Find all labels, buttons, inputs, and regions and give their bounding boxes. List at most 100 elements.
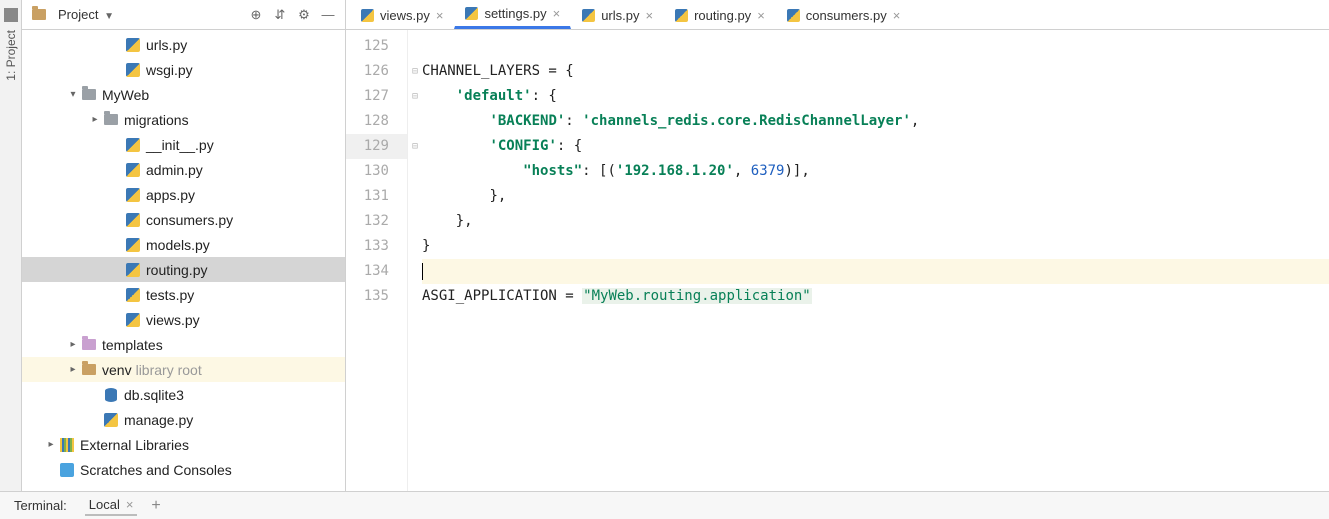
fold-marker[interactable] <box>408 184 422 209</box>
code-line[interactable]: 'CONFIG': { <box>422 134 1329 159</box>
tab-settings-py[interactable]: settings.py× <box>454 0 571 29</box>
main-area: 1: Project Project ▼ ⊕ ⇵ ⚙ — urls.pywsgi… <box>0 0 1329 491</box>
close-icon[interactable]: × <box>893 8 901 23</box>
project-tree[interactable]: urls.pywsgi.py▾MyWeb▸migrations__init__.… <box>22 30 345 491</box>
line-number[interactable]: 132 <box>346 209 407 234</box>
py-icon <box>124 212 142 228</box>
tree-item-views-py[interactable]: views.py <box>22 307 345 332</box>
project-strip-icon[interactable] <box>4 8 18 22</box>
line-number[interactable]: 125 <box>346 34 407 59</box>
tree-item-sublabel: library root <box>136 362 202 378</box>
fold-marker[interactable] <box>408 109 422 134</box>
project-strip-label[interactable]: 1: Project <box>4 30 18 81</box>
code-line[interactable]: }, <box>422 184 1329 209</box>
fold-marker[interactable] <box>408 34 422 59</box>
python-file-icon <box>675 9 688 22</box>
fold-marker[interactable] <box>408 159 422 184</box>
tree-item-label: models.py <box>146 237 210 253</box>
line-number[interactable]: 130 <box>346 159 407 184</box>
close-icon[interactable]: × <box>757 8 765 23</box>
tree-item-myweb[interactable]: ▾MyWeb <box>22 82 345 107</box>
folder-icon <box>80 362 98 378</box>
line-number[interactable]: 131 <box>346 184 407 209</box>
tree-twisty-icon[interactable]: ▾ <box>66 89 80 100</box>
tree-item-urls-py[interactable]: urls.py <box>22 32 345 57</box>
line-number[interactable]: 126 <box>346 59 407 84</box>
hide-panel-button[interactable]: — <box>319 6 337 24</box>
tree-item-venv[interactable]: ▸venvlibrary root <box>22 357 345 382</box>
tab-label: urls.py <box>601 8 639 23</box>
tree-item-consumers-py[interactable]: consumers.py <box>22 207 345 232</box>
bottom-toolbar: Terminal: Local × + <box>0 491 1329 519</box>
fold-marker[interactable]: ⊟ <box>408 84 422 109</box>
collapse-all-button[interactable]: ⇵ <box>271 6 289 24</box>
fold-marker[interactable] <box>408 209 422 234</box>
close-icon[interactable]: × <box>436 8 444 23</box>
code-line[interactable]: CHANNEL_LAYERS = { <box>422 59 1329 84</box>
tree-item-tests-py[interactable]: tests.py <box>22 282 345 307</box>
tree-item-external-libraries[interactable]: ▸External Libraries <box>22 432 345 457</box>
close-icon[interactable]: × <box>126 497 134 512</box>
code-line[interactable]: ASGI_APPLICATION = "MyWeb.routing.applic… <box>422 284 1329 309</box>
line-number[interactable]: 133 <box>346 234 407 259</box>
tab-routing-py[interactable]: routing.py× <box>664 0 776 29</box>
settings-gear-icon[interactable]: ⚙ <box>295 6 313 24</box>
py-icon <box>124 187 142 203</box>
tree-item-admin-py[interactable]: admin.py <box>22 157 345 182</box>
close-icon[interactable]: × <box>646 8 654 23</box>
tree-item-models-py[interactable]: models.py <box>22 232 345 257</box>
editor-body: 125126127128129130131132133134135 ⊟⊟⊟ CH… <box>346 30 1329 491</box>
tree-item-apps-py[interactable]: apps.py <box>22 182 345 207</box>
tab-consumers-py[interactable]: consumers.py × <box>776 0 912 29</box>
terminal-tab-local[interactable]: Local × <box>85 495 138 516</box>
close-icon[interactable]: × <box>553 6 561 21</box>
tree-twisty-icon[interactable]: ▸ <box>66 339 80 350</box>
code-line[interactable]: } <box>422 234 1329 259</box>
code-line[interactable]: "hosts": [('192.168.1.20', 6379)], <box>422 159 1329 184</box>
project-panel: Project ▼ ⊕ ⇵ ⚙ — urls.pywsgi.py▾MyWeb▸m… <box>22 0 346 491</box>
tpl-icon <box>80 337 98 353</box>
tree-twisty-icon[interactable]: ▸ <box>66 364 80 375</box>
tree-item-label: db.sqlite3 <box>124 387 184 403</box>
code-line[interactable]: }, <box>422 209 1329 234</box>
tab-views-py[interactable]: views.py× <box>350 0 454 29</box>
fold-marker[interactable] <box>408 284 422 309</box>
line-number[interactable]: 127 <box>346 84 407 109</box>
add-terminal-button[interactable]: + <box>151 497 160 515</box>
tree-item-templates[interactable]: ▸templates <box>22 332 345 357</box>
tree-item-manage-py[interactable]: manage.py <box>22 407 345 432</box>
gutter: 125126127128129130131132133134135 <box>346 30 408 491</box>
line-number[interactable]: 134 <box>346 259 407 284</box>
tree-item-label: tests.py <box>146 287 194 303</box>
left-tool-strip: 1: Project <box>0 0 22 491</box>
fold-marker[interactable]: ⊟ <box>408 134 422 159</box>
py-icon <box>124 312 142 328</box>
code-line[interactable] <box>422 34 1329 59</box>
tree-item-label: apps.py <box>146 187 195 203</box>
fold-marker[interactable] <box>408 234 422 259</box>
line-number[interactable]: 128 <box>346 109 407 134</box>
fold-marker[interactable] <box>408 259 422 284</box>
terminal-label[interactable]: Terminal: <box>10 496 71 515</box>
tree-item-label: manage.py <box>124 412 193 428</box>
project-header-title[interactable]: Project ▼ <box>58 7 241 22</box>
tree-twisty-icon[interactable]: ▸ <box>44 439 58 450</box>
fold-marker[interactable]: ⊟ <box>408 59 422 84</box>
tab-label: consumers.py <box>806 8 887 23</box>
tree-item-wsgi-py[interactable]: wsgi.py <box>22 57 345 82</box>
line-number[interactable]: 135 <box>346 284 407 309</box>
tab-urls-py[interactable]: urls.py × <box>571 0 664 29</box>
line-number[interactable]: 129 <box>346 134 407 159</box>
tree-twisty-icon[interactable]: ▸ <box>88 114 102 125</box>
tree-item-scratches-and-consoles[interactable]: Scratches and Consoles <box>22 457 345 482</box>
locate-button[interactable]: ⊕ <box>247 6 265 24</box>
pkg-icon <box>102 112 120 128</box>
tree-item-routing-py[interactable]: routing.py <box>22 257 345 282</box>
tree-item-migrations[interactable]: ▸migrations <box>22 107 345 132</box>
tree-item-db-sqlite3[interactable]: db.sqlite3 <box>22 382 345 407</box>
code-line[interactable]: 'default': { <box>422 84 1329 109</box>
code-line[interactable] <box>422 259 1329 284</box>
code-line[interactable]: 'BACKEND': 'channels_redis.core.RedisCha… <box>422 109 1329 134</box>
tree-item--init-py[interactable]: __init__.py <box>22 132 345 157</box>
code-editor[interactable]: CHANNEL_LAYERS = { 'default': { 'BACKEND… <box>422 30 1329 491</box>
